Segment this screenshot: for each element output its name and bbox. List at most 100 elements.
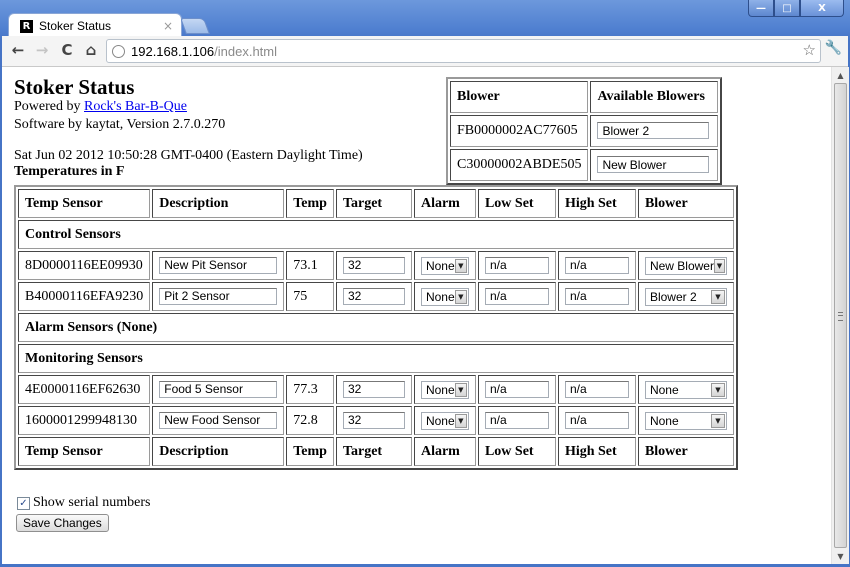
description-input[interactable] bbox=[159, 411, 278, 429]
globe-icon bbox=[112, 44, 125, 58]
target-input[interactable] bbox=[342, 256, 405, 274]
high-set-cell bbox=[557, 282, 636, 311]
url-text[interactable]: 192.168.1.106/index.html bbox=[131, 44, 277, 59]
section-row-alarm: Alarm Sensors (None) bbox=[18, 313, 734, 342]
high-set-input[interactable] bbox=[564, 411, 629, 429]
dropdown-arrow-icon: ▼ bbox=[454, 413, 467, 428]
blower-row: FB0000002AC77605 bbox=[450, 115, 719, 147]
back-arrow-icon: ← bbox=[11, 41, 25, 59]
dropdown-arrow-icon: ▼ bbox=[454, 289, 467, 304]
favicon-icon: R bbox=[20, 19, 33, 33]
description-input[interactable] bbox=[159, 287, 278, 305]
temp-value: 75 bbox=[286, 282, 334, 311]
browser-window: — □ X R Stoker Status × ← → C ⌂ 192.168.… bbox=[0, 0, 850, 567]
bookmark-star-icon[interactable]: ☆ bbox=[803, 41, 816, 59]
high-set-header: High Set bbox=[557, 189, 636, 218]
blower-name-input[interactable] bbox=[597, 156, 710, 174]
forward-button[interactable]: → bbox=[32, 40, 52, 60]
address-bar[interactable]: 192.168.1.106/index.html ☆ bbox=[106, 39, 821, 63]
section-row-monitoring: Monitoring Sensors bbox=[18, 344, 734, 373]
low-set-cell bbox=[477, 251, 556, 280]
scroll-up-icon[interactable]: ▲ bbox=[832, 67, 849, 83]
units-label: Temperatures in F bbox=[14, 164, 125, 179]
close-window-button[interactable]: X bbox=[800, 0, 844, 17]
scroll-down-icon[interactable]: ▼ bbox=[832, 548, 849, 564]
alarm-cell: None ▼ bbox=[413, 375, 476, 404]
description-cell bbox=[152, 251, 285, 280]
blower-header: Blower bbox=[637, 437, 734, 466]
back-button[interactable]: ← bbox=[8, 40, 28, 60]
sensor-row: 8D0000116EE0993073.1None▼New Blower▼ bbox=[18, 251, 734, 280]
minimize-button[interactable]: — bbox=[748, 0, 774, 17]
blowers-header-row: Blower Available Blowers bbox=[450, 81, 719, 113]
scroll-thumb[interactable] bbox=[834, 83, 847, 548]
description-input[interactable] bbox=[159, 380, 278, 398]
rocks-bbq-link[interactable]: Rock's Bar-B-Que bbox=[84, 99, 187, 114]
vertical-scrollbar[interactable]: ▲ ▼ bbox=[831, 67, 849, 564]
blower-select[interactable]: None ▼ bbox=[644, 411, 727, 430]
home-button[interactable]: ⌂ bbox=[81, 40, 101, 60]
reload-button[interactable]: C bbox=[57, 40, 77, 60]
alarm-select-value: None bbox=[425, 413, 455, 428]
software-line: Software by kaytat, Version 2.7.0.270 bbox=[14, 117, 226, 132]
description-input[interactable] bbox=[159, 256, 278, 274]
blower-select[interactable]: None ▼ bbox=[644, 380, 727, 399]
maximize-button[interactable]: □ bbox=[774, 0, 800, 17]
alarm-select[interactable]: None ▼ bbox=[420, 380, 469, 399]
temp-sensor-header: Temp Sensor bbox=[18, 189, 151, 218]
sensor-serial: 4E0000116EF62630 bbox=[18, 375, 151, 404]
blower-name-input[interactable] bbox=[597, 122, 710, 140]
blower-cell: Blower 2 ▼ bbox=[637, 282, 734, 311]
high-set-input[interactable] bbox=[564, 256, 629, 274]
dropdown-arrow-icon: ▼ bbox=[454, 258, 467, 273]
monitoring-sensor-rows: 4E0000116EF6263077.3None▼None▼1600001299… bbox=[18, 375, 734, 435]
sensors-table: Temp Sensor Description Temp Target Alar… bbox=[14, 185, 738, 470]
target-input[interactable] bbox=[342, 380, 405, 398]
description-header: Description bbox=[152, 189, 285, 218]
alarm-header: Alarm bbox=[413, 189, 476, 218]
low-set-header: Low Set bbox=[477, 189, 556, 218]
low-set-input[interactable] bbox=[484, 411, 549, 429]
blower-select-value: None bbox=[649, 382, 679, 397]
temp-value: 73.1 bbox=[286, 251, 334, 280]
high-set-cell bbox=[557, 251, 636, 280]
high-set-input[interactable] bbox=[564, 380, 629, 398]
dropdown-arrow-icon: ▼ bbox=[710, 382, 725, 397]
blower-cell: New Blower ▼ bbox=[637, 251, 734, 280]
tab-stoker-status[interactable]: R Stoker Status × bbox=[8, 13, 182, 38]
temp-value: 77.3 bbox=[286, 375, 334, 404]
sensors-header-row: Temp Sensor Description Temp Target Alar… bbox=[18, 189, 734, 218]
alarm-select-value: None bbox=[425, 382, 455, 397]
blowers-table: Blower Available Blowers FB0000002AC7760… bbox=[446, 77, 723, 185]
low-set-input[interactable] bbox=[484, 287, 549, 305]
blower-select[interactable]: New Blower ▼ bbox=[644, 256, 727, 275]
low-set-input[interactable] bbox=[484, 256, 549, 274]
high-set-input[interactable] bbox=[564, 287, 629, 305]
alarm-select[interactable]: None ▼ bbox=[420, 411, 469, 430]
tab-title: Stoker Status bbox=[39, 19, 112, 33]
high-set-cell bbox=[557, 375, 636, 404]
tab-close-icon[interactable]: × bbox=[163, 19, 173, 33]
section-row-control: Control Sensors bbox=[18, 220, 734, 249]
wrench-menu-icon[interactable]: 🔧 bbox=[825, 40, 842, 56]
reload-icon: C bbox=[61, 41, 73, 59]
blower-serial: C30000002ABDE505 bbox=[450, 149, 589, 181]
target-input[interactable] bbox=[342, 411, 405, 429]
temp-header: Temp bbox=[286, 189, 334, 218]
blower-select[interactable]: Blower 2 ▼ bbox=[644, 287, 727, 306]
target-input[interactable] bbox=[342, 287, 405, 305]
target-header: Target bbox=[335, 189, 412, 218]
new-tab-button[interactable] bbox=[180, 18, 210, 34]
blower-cell: None ▼ bbox=[637, 375, 734, 404]
blower-serial: FB0000002AC77605 bbox=[450, 115, 589, 147]
sensor-row: 160000129994813072.8None▼None▼ bbox=[18, 406, 734, 435]
show-serials-checkbox[interactable]: ✓ bbox=[17, 496, 30, 510]
alarm-select[interactable]: None ▼ bbox=[420, 256, 469, 275]
target-cell bbox=[335, 406, 412, 435]
target-cell bbox=[335, 251, 412, 280]
sensor-serial: 1600001299948130 bbox=[18, 406, 151, 435]
alarm-cell: None ▼ bbox=[413, 251, 476, 280]
low-set-input[interactable] bbox=[484, 380, 549, 398]
save-changes-button[interactable]: Save Changes bbox=[16, 514, 109, 532]
alarm-select[interactable]: None ▼ bbox=[420, 287, 469, 306]
